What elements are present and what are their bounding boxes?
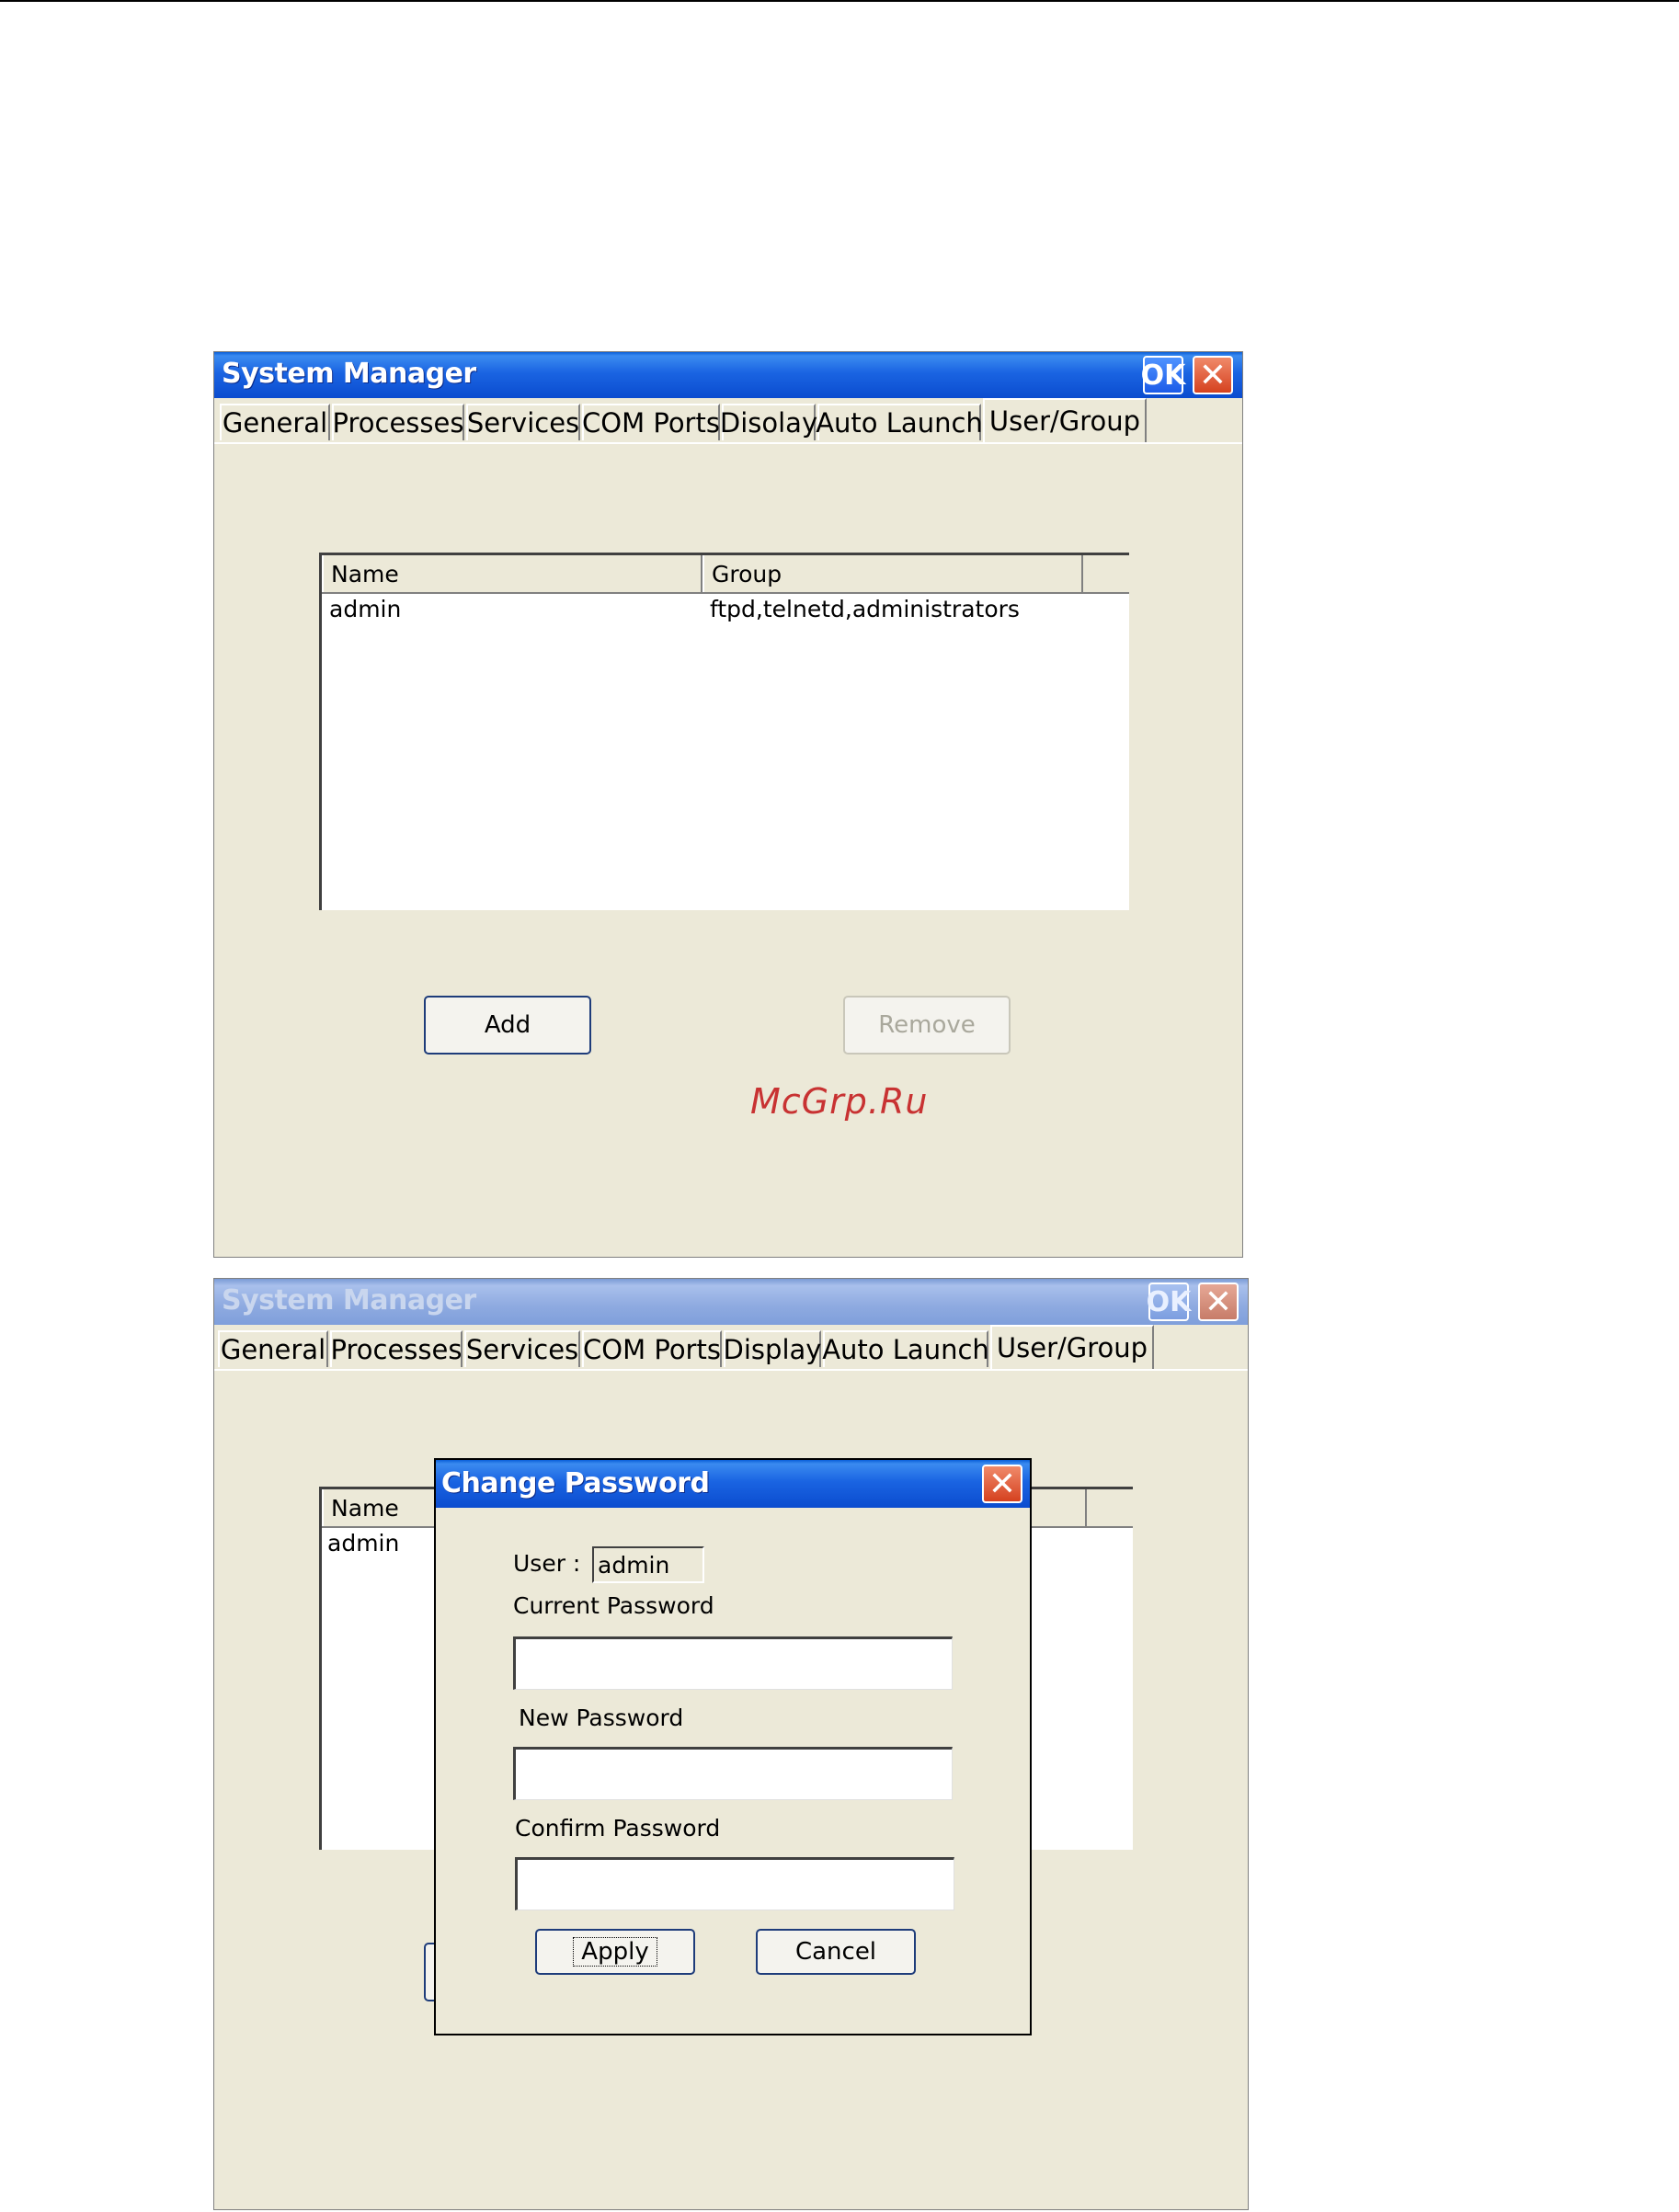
dialog-titlebar[interactable]: Change Password ✕	[436, 1460, 1030, 1508]
close-icon[interactable]: ✕	[1193, 356, 1233, 394]
cancel-button[interactable]: Cancel	[756, 1929, 916, 1975]
system-manager-window: System Manager OK ✕ General Processes Se…	[213, 351, 1243, 1258]
tab-display[interactable]: Display	[724, 1330, 821, 1367]
tab-general[interactable]: General	[220, 404, 330, 440]
tab-divider	[214, 1369, 1248, 1371]
user-field: admin	[592, 1546, 704, 1583]
tab-com-ports[interactable]: COM Ports	[582, 1330, 722, 1367]
tab-auto-launch[interactable]: Auto Launch	[822, 1330, 989, 1367]
tab-user-group[interactable]: User/Group	[983, 398, 1147, 442]
new-password-label: New Password	[519, 1705, 684, 1731]
row-group: ftpd,telnetd,administrators	[710, 596, 1020, 622]
window-title: System Manager	[222, 1284, 476, 1317]
ok-button[interactable]: OK	[1147, 1283, 1191, 1321]
apply-button[interactable]: Apply	[535, 1929, 695, 1975]
new-password-field[interactable]	[513, 1747, 953, 1800]
tab-user-group[interactable]: User/Group	[990, 1325, 1154, 1369]
add-button[interactable]: Add	[424, 996, 591, 1055]
page-top-rule	[0, 0, 1679, 2]
list-row[interactable]: admin ftpd,telnetd,administrators	[322, 594, 1129, 627]
dialog-title: Change Password	[441, 1467, 710, 1499]
tab-display[interactable]: Disolay	[720, 404, 817, 440]
tab-general[interactable]: General	[218, 1330, 328, 1367]
remove-button[interactable]: Remove	[843, 996, 1011, 1055]
apply-button-label: Apply	[573, 1937, 657, 1967]
tab-processes[interactable]: Processes	[330, 1330, 463, 1367]
tab-processes[interactable]: Processes	[332, 404, 464, 440]
change-password-dialog: Change Password ✕ User : admin Current P…	[434, 1458, 1032, 2035]
titlebar[interactable]: System Manager OK ✕	[214, 352, 1242, 398]
current-password-label: Current Password	[513, 1592, 714, 1619]
tab-com-ports[interactable]: COM Ports	[582, 404, 720, 440]
user-label: User :	[513, 1550, 581, 1577]
confirm-password-field[interactable]	[515, 1857, 954, 1910]
tab-divider	[214, 442, 1242, 444]
current-password-field[interactable]	[513, 1636, 953, 1690]
column-group[interactable]: Group	[702, 555, 1083, 592]
window-title: System Manager	[222, 358, 476, 390]
dialog-close-icon[interactable]: ✕	[982, 1465, 1022, 1503]
tab-services[interactable]: Services	[464, 1330, 580, 1367]
titlebar[interactable]: System Manager OK ✕	[214, 1279, 1248, 1325]
close-icon[interactable]: ✕	[1198, 1283, 1239, 1321]
tab-auto-launch[interactable]: Auto Launch	[816, 404, 983, 440]
row-name: admin	[327, 1530, 400, 1556]
row-name: admin	[329, 596, 402, 622]
list-header: Name Group	[322, 555, 1129, 594]
confirm-password-label: Confirm Password	[515, 1815, 721, 1841]
ok-button[interactable]: OK	[1141, 356, 1185, 394]
watermark: McGrp.Ru	[750, 1081, 929, 1122]
tab-services[interactable]: Services	[466, 404, 580, 440]
column-name[interactable]: Name	[322, 555, 702, 592]
user-list[interactable]: Name Group admin ftpd,telnetd,administra…	[319, 553, 1129, 910]
